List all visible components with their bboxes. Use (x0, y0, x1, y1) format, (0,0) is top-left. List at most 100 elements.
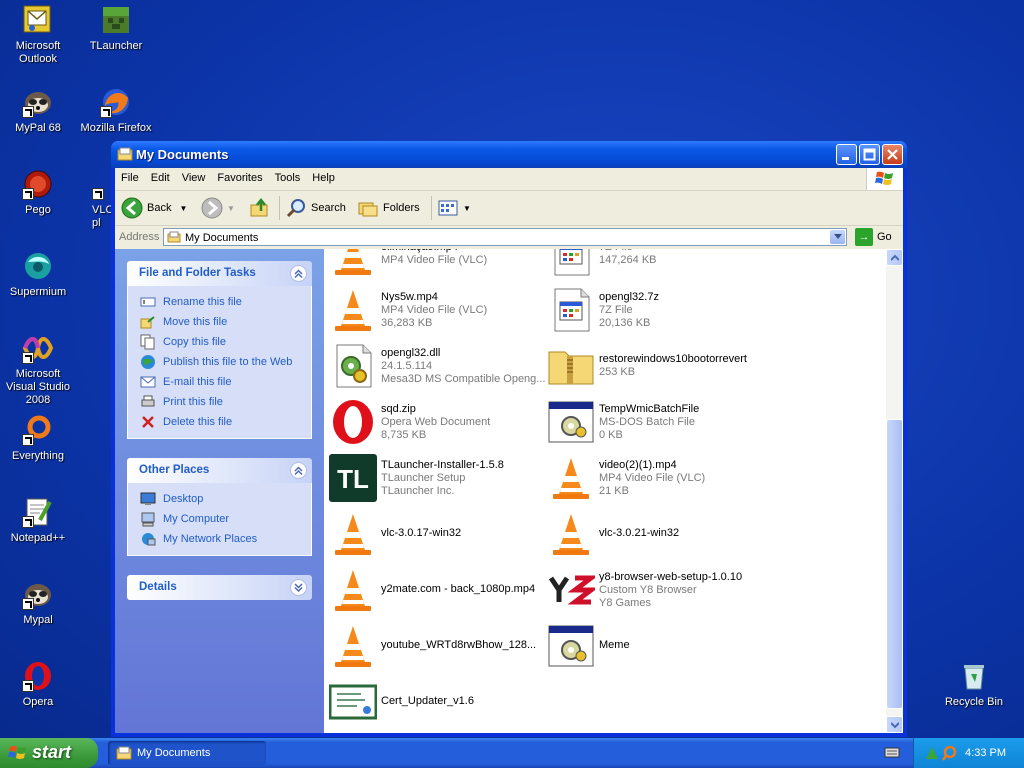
print-file-link[interactable]: Print this file (140, 392, 311, 412)
file-item[interactable]: youtube_WRTd8rwBhow_128... (329, 619, 543, 673)
file-item[interactable]: y8-browser-web-setup-1.0.10 Custom Y8 Bro… (547, 563, 787, 617)
close-button[interactable] (882, 144, 903, 165)
windows-logo-icon (866, 168, 903, 190)
explorer-window: My Documents File Edit View Favorites Tools H… (111, 141, 907, 737)
keyboard-icon[interactable] (884, 745, 900, 759)
taskbar-button-my-documents[interactable]: My Documents (108, 741, 266, 765)
vlc-icon (92, 168, 112, 200)
up-folder-button[interactable] (249, 196, 275, 220)
folder-icon (117, 147, 133, 161)
file-item[interactable]: TL TLauncher-Installer-1.5.8 TLauncher Set… (329, 451, 543, 505)
back-dropdown-icon[interactable]: ▼ (179, 204, 187, 213)
menu-tools[interactable]: Tools (269, 168, 307, 190)
desktop-icon-everything[interactable]: Everything (0, 414, 76, 463)
back-arrow-icon (121, 197, 143, 219)
file-item[interactable]: vlc-3.0.17-win32 (329, 507, 543, 561)
desktop-icon-notepadpp[interactable]: Notepad++ (0, 496, 76, 545)
desktop-icon-vlc[interactable]: VLC pl (78, 168, 112, 230)
7z-file-icon (547, 249, 595, 278)
collapse-chevron-icon[interactable] (290, 462, 307, 479)
desktop-icon-opera[interactable]: Opera (0, 660, 76, 709)
file-name: sqd.zip (381, 403, 416, 415)
panel-header[interactable]: Other Places (127, 458, 312, 483)
desktop-icon-visual-studio[interactable]: Microsoft Visual Studio 2008 (0, 332, 76, 407)
menu-edit[interactable]: Edit (145, 168, 176, 190)
email-file-link[interactable]: E-mail this file (140, 372, 311, 392)
desktop-link[interactable]: Desktop (140, 489, 311, 509)
desktop-icon-firefox[interactable]: Mozilla Firefox (78, 86, 154, 135)
file-item[interactable]: Nys5w.mp4 MP4 Video File (VLC) 36,283 KB (329, 283, 543, 337)
scroll-down-button[interactable] (886, 716, 903, 733)
panel-header[interactable]: File and Folder Tasks (127, 261, 312, 286)
file-type: MP4 Video File (VLC) (599, 472, 706, 484)
start-button[interactable]: start (0, 738, 98, 768)
scroll-thumb[interactable] (886, 419, 903, 709)
expand-chevron-icon[interactable] (290, 579, 307, 596)
file-item[interactable]: video(2)(1).mp4 MP4 Video File (VLC) 21 KB (547, 451, 787, 505)
copy-file-link[interactable]: Copy this file (140, 332, 311, 352)
file-item[interactable]: restorewindows10bootorrevert 253 KB (547, 339, 787, 393)
up-folder-icon (250, 197, 268, 217)
panel-header[interactable]: Details (127, 575, 312, 600)
menu-bar: File Edit View Favorites Tools Help (115, 168, 903, 191)
file-name: y2mate.com - back_1080p.mp4 (381, 583, 536, 595)
file-item[interactable]: vlc-3.0.21-win32 (547, 507, 787, 561)
minimize-button[interactable] (836, 144, 857, 165)
publish-web-link[interactable]: Publish this file to the Web (140, 352, 311, 372)
scroll-up-button[interactable] (886, 249, 903, 266)
windows-logo-icon (8, 746, 26, 759)
desktop-icon-outlook[interactable]: Microsoft Outlook (0, 4, 76, 66)
certificate-icon (329, 678, 377, 726)
my-network-places-link[interactable]: My Network Places (140, 529, 311, 549)
go-button[interactable]: → Go (855, 228, 892, 246)
rename-file-link[interactable]: Rename this file (140, 292, 311, 312)
file-item[interactable]: 7Z File147,264 KB (547, 249, 787, 281)
desktop-icon-mypal68[interactable]: MyPal 68 (0, 86, 76, 135)
desktop-icon-supermium[interactable]: Supermium (0, 250, 76, 299)
folders-button[interactable]: Folders (357, 196, 420, 220)
views-button[interactable]: ▼ (437, 196, 471, 220)
file-item[interactable]: eliminação.mp4MP4 Video File (VLC) (329, 249, 543, 281)
menu-help[interactable]: Help (306, 168, 341, 190)
move-file-link[interactable]: Move this file (140, 312, 311, 332)
address-input[interactable]: My Documents (163, 228, 847, 246)
recycle-bin-icon (958, 660, 990, 692)
file-type: 24.1.5.114 (381, 360, 433, 372)
desktop-icon-pego[interactable]: Pego (0, 168, 76, 217)
file-name: TLauncher-Installer-1.5.8 (381, 459, 504, 471)
tlauncher-installer-icon: TL (329, 454, 377, 502)
title-bar[interactable]: My Documents (111, 141, 907, 168)
address-dropdown-button[interactable] (830, 230, 845, 244)
file-item[interactable]: opengl32.7z 7Z File 20,136 KB (547, 283, 787, 337)
menu-favorites[interactable]: Favorites (211, 168, 268, 190)
file-item[interactable]: Cert_Updater_v1.6 (329, 675, 543, 729)
file-item[interactable]: Meme (547, 619, 787, 673)
menu-file[interactable]: File (115, 168, 145, 190)
maximize-button[interactable] (859, 144, 880, 165)
file-item[interactable]: y2mate.com - back_1080p.mp4 (329, 563, 543, 617)
forward-button[interactable]: ▼ (201, 196, 235, 220)
opera-icon (22, 660, 54, 692)
file-item[interactable]: TempWmicBatchFile MS-DOS Batch File 0 KB (547, 395, 787, 449)
file-item[interactable]: opengl32.dll 24.1.5.114 Mesa3D MS Compatib… (329, 339, 545, 393)
views-icon (438, 200, 458, 216)
vertical-scrollbar[interactable] (886, 249, 903, 733)
desktop-icon-recycle-bin[interactable]: Recycle Bin (936, 660, 1012, 709)
menu-view[interactable]: View (176, 168, 212, 190)
forward-dropdown-icon[interactable]: ▼ (227, 204, 235, 213)
collapse-chevron-icon[interactable] (290, 265, 307, 282)
search-button[interactable]: Search (285, 196, 346, 220)
file-size: 36,283 KB (381, 317, 433, 329)
back-button[interactable]: Back ▼ (121, 196, 187, 220)
mypal-icon (22, 86, 54, 118)
file-item[interactable]: sqd.zip Opera Web Document 8,735 KB (329, 395, 543, 449)
delete-file-link[interactable]: Delete this file (140, 412, 311, 432)
file-size: 21 KB (599, 485, 629, 497)
clock[interactable]: 4:33 PM (965, 747, 1006, 759)
desktop-icon-tlauncher[interactable]: TLauncher (78, 4, 154, 53)
tray-icons[interactable] (924, 745, 960, 761)
zip-folder-icon (547, 342, 595, 390)
toolbar: Back ▼ ▼ Search Folders ▼ (115, 191, 903, 226)
my-computer-link[interactable]: My Computer (140, 509, 311, 529)
desktop-icon-mypal[interactable]: Mypal (0, 578, 76, 627)
